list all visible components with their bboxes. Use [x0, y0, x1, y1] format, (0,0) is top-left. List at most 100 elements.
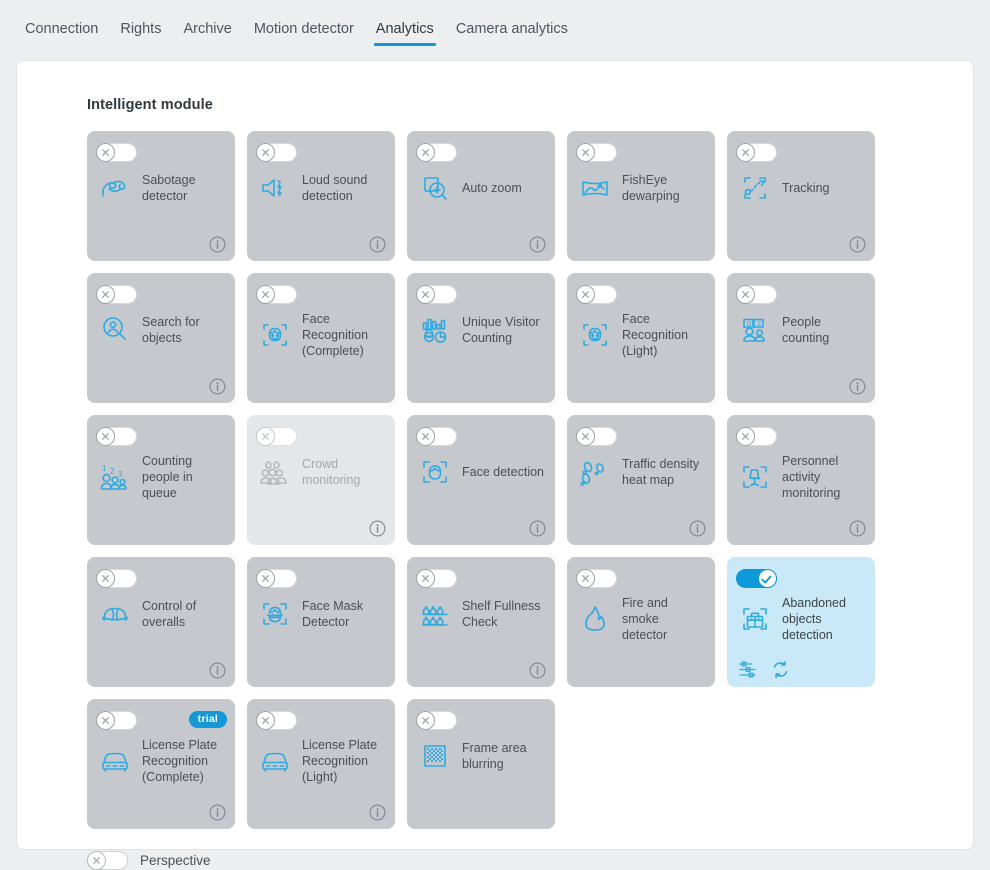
module-card[interactable]: Personnel activity monitoring: [727, 415, 875, 545]
module-toggle[interactable]: [416, 143, 457, 162]
module-card[interactable]: Abandoned objects detection: [727, 557, 875, 687]
module-card-body: Face Recognition (Light): [576, 311, 707, 359]
module-card-body: 1 2 3 Counting people in queue: [96, 453, 227, 501]
settings-sliders-icon[interactable]: [738, 660, 757, 679]
module-toggle[interactable]: [576, 427, 617, 446]
info-icon[interactable]: [529, 520, 546, 537]
module-toggle[interactable]: [736, 569, 777, 588]
refresh-icon[interactable]: [771, 660, 790, 679]
module-card[interactable]: Face Recognition (Light): [567, 273, 715, 403]
module-card-body: Search for objects: [96, 311, 227, 349]
info-icon[interactable]: [529, 236, 546, 253]
module-card[interactable]: Face detection: [407, 415, 555, 545]
toggle-knob-off-icon: [96, 143, 115, 162]
info-icon[interactable]: [529, 662, 546, 679]
module-card-body: Face Recognition (Complete): [256, 311, 387, 359]
module-toggle[interactable]: [736, 427, 777, 446]
module-card[interactable]: 1 2 3 Counting people in queue: [87, 415, 235, 545]
info-icon[interactable]: [849, 520, 866, 537]
module-card[interactable]: Crowd monitoring: [247, 415, 395, 545]
module-toggle[interactable]: [256, 285, 297, 304]
svg-text:3: 3: [118, 470, 123, 479]
module-card[interactable]: Face Mask Detector: [247, 557, 395, 687]
info-icon[interactable]: [209, 378, 226, 395]
module-toggle[interactable]: [416, 285, 457, 304]
personnel-activity-icon: [736, 458, 774, 496]
tab-analytics[interactable]: Analytics: [365, 20, 445, 46]
module-card[interactable]: Auto zoom: [407, 131, 555, 261]
module-card[interactable]: Sabotage detector: [87, 131, 235, 261]
module-label: Face Mask Detector: [302, 599, 364, 629]
module-toggle[interactable]: [96, 569, 137, 588]
module-card-body: Traffic density heat map: [576, 453, 707, 491]
info-icon[interactable]: [369, 804, 386, 821]
module-label: Control of overalls: [142, 599, 197, 629]
module-card[interactable]: License Plate Recognition (Light): [247, 699, 395, 829]
module-toggle[interactable]: [256, 427, 297, 446]
face-mask-icon: [256, 595, 294, 633]
license-plate-icon: [96, 742, 134, 780]
info-icon[interactable]: [209, 662, 226, 679]
module-label: Fire and smoke detector: [622, 596, 668, 642]
search-objects-icon: [96, 311, 134, 349]
module-card[interactable]: trial License Plate Recognition (Complete…: [87, 699, 235, 829]
module-toggle[interactable]: [96, 285, 137, 304]
tab-archive[interactable]: Archive: [172, 20, 242, 46]
module-card[interactable]: Search for objects: [87, 273, 235, 403]
module-card[interactable]: Shelf Fullness Check: [407, 557, 555, 687]
module-toggle[interactable]: [256, 569, 297, 588]
module-toggle[interactable]: [96, 427, 137, 446]
svg-text:2: 2: [110, 467, 115, 476]
module-card-body: Personnel activity monitoring: [736, 453, 867, 501]
module-toggle[interactable]: [96, 143, 137, 162]
tab-connection[interactable]: Connection: [14, 20, 109, 46]
module-toggle[interactable]: [416, 427, 457, 446]
fisheye-dewarping-icon: [576, 169, 614, 207]
info-icon[interactable]: [849, 236, 866, 253]
toggle-knob-off-icon: [256, 285, 275, 304]
module-card[interactable]: FishEye dewarping: [567, 131, 715, 261]
toggle-knob-off-icon: [256, 427, 275, 446]
toggle-knob-off-icon: [87, 851, 106, 870]
perspective-toggle[interactable]: [87, 851, 128, 870]
module-toggle[interactable]: [416, 569, 457, 588]
info-icon[interactable]: [209, 804, 226, 821]
module-toggle[interactable]: [256, 711, 297, 730]
module-toggle[interactable]: [416, 711, 457, 730]
info-icon[interactable]: [689, 520, 706, 537]
info-icon[interactable]: [849, 378, 866, 395]
module-toggle[interactable]: [576, 285, 617, 304]
info-icon[interactable]: [369, 520, 386, 537]
module-card[interactable]: 0 2 People counting: [727, 273, 875, 403]
perspective-row[interactable]: Perspective: [87, 851, 973, 870]
module-card[interactable]: Tracking: [727, 131, 875, 261]
module-card[interactable]: Frame area blurring: [407, 699, 555, 829]
module-label: Face Recognition (Complete): [302, 312, 369, 358]
module-card-body: Loud sound detection: [256, 169, 387, 207]
module-card[interactable]: Control of overalls: [87, 557, 235, 687]
fire-icon: [576, 600, 614, 638]
module-card[interactable]: Traffic density heat map: [567, 415, 715, 545]
module-toggle[interactable]: [576, 569, 617, 588]
module-toggle[interactable]: [736, 285, 777, 304]
info-icon[interactable]: [369, 236, 386, 253]
shelf-icon: [416, 595, 454, 633]
toggle-knob-off-icon: [256, 143, 275, 162]
module-toggle[interactable]: [576, 143, 617, 162]
tab-camera-analytics[interactable]: Camera analytics: [445, 20, 579, 46]
module-card[interactable]: Fire and smoke detector: [567, 557, 715, 687]
toggle-knob-off-icon: [736, 427, 755, 446]
module-card[interactable]: Face Recognition (Complete): [247, 273, 395, 403]
module-toggle[interactable]: [256, 143, 297, 162]
module-card[interactable]: Unique Visitor Counting: [407, 273, 555, 403]
heatmap-icon: [576, 453, 614, 491]
module-label: Loud sound detection: [302, 173, 368, 203]
toggle-knob-off-icon: [576, 143, 595, 162]
info-icon[interactable]: [209, 236, 226, 253]
module-toggle[interactable]: [736, 143, 777, 162]
tab-motion-detector[interactable]: Motion detector: [243, 20, 365, 46]
module-card[interactable]: Loud sound detection: [247, 131, 395, 261]
module-toggle[interactable]: [96, 711, 137, 730]
tab-rights[interactable]: Rights: [109, 20, 172, 46]
module-label: Crowd monitoring: [302, 457, 361, 487]
